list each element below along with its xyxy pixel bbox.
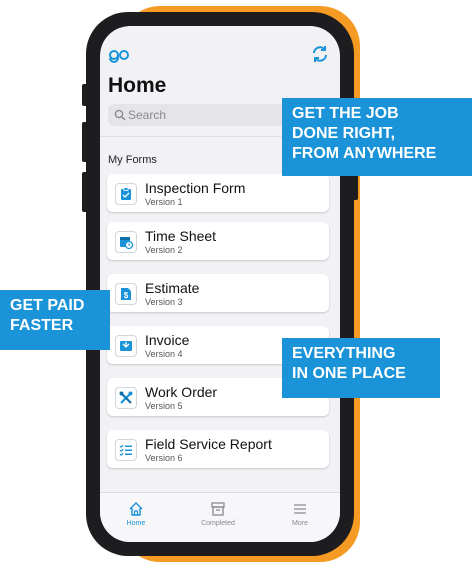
- callout-line: EVERYTHING: [292, 345, 396, 362]
- callout-line: FASTER: [10, 317, 74, 334]
- tab-more-label: More: [292, 520, 308, 527]
- invoice-icon: [115, 335, 137, 357]
- form-card[interactable]: Field Service Report Version 6: [107, 430, 329, 468]
- tools-icon: [115, 387, 137, 409]
- tab-completed-label: Completed: [201, 520, 235, 527]
- section-title: My Forms: [108, 154, 157, 166]
- go-logo-icon: [109, 50, 129, 63]
- form-card[interactable]: Inspection Form Version 1: [107, 174, 329, 212]
- form-version: Version 3: [145, 297, 183, 307]
- calendar-clock-icon: [115, 231, 137, 253]
- form-version: Version 1: [145, 197, 183, 207]
- form-name: Estimate: [145, 280, 200, 296]
- tab-completed[interactable]: Completed: [188, 501, 248, 527]
- callout-line: FROM ANYWHERE: [292, 145, 437, 162]
- callout-line: IN ONE PLACE: [292, 365, 406, 382]
- tab-home-label: Home: [126, 520, 146, 527]
- callout-line: DONE RIGHT,: [292, 125, 396, 142]
- archive-icon: [211, 502, 225, 516]
- callout-line: GET THE JOB: [292, 105, 399, 122]
- form-version: Version 4: [145, 349, 183, 359]
- sync-icon[interactable]: [310, 44, 330, 64]
- form-name: Inspection Form: [145, 180, 246, 196]
- form-version: Version 2: [145, 245, 183, 255]
- callout-line: GET PAID: [10, 297, 85, 314]
- callout-everything-one-place: EVERYTHING IN ONE PLACE: [282, 338, 440, 398]
- form-name: Invoice: [145, 332, 190, 348]
- svg-text:$: $: [124, 291, 129, 300]
- search-placeholder: Search: [128, 108, 167, 122]
- menu-icon: [294, 504, 306, 514]
- form-name: Work Order: [145, 384, 218, 400]
- clipboard-icon: [115, 183, 137, 205]
- form-version: Version 6: [145, 453, 183, 463]
- checklist-icon: [115, 439, 137, 461]
- form-version: Version 5: [145, 401, 183, 411]
- form-card[interactable]: $ Estimate Version 3: [107, 274, 329, 312]
- page-title: Home: [108, 74, 167, 97]
- form-name: Field Service Report: [145, 436, 272, 452]
- tab-home[interactable]: Home: [106, 501, 166, 527]
- callout-get-paid-faster: GET PAID FASTER: [0, 290, 110, 350]
- home-icon: [129, 502, 143, 516]
- dollar-document-icon: $: [115, 283, 137, 305]
- callout-get-job-done: GET THE JOB DONE RIGHT, FROM ANYWHERE: [282, 98, 472, 176]
- tab-more[interactable]: More: [270, 501, 330, 527]
- search-icon: [114, 109, 126, 121]
- form-name: Time Sheet: [145, 228, 217, 244]
- tab-bar: Home Completed More: [100, 492, 340, 542]
- form-card[interactable]: Time Sheet Version 2: [107, 222, 329, 260]
